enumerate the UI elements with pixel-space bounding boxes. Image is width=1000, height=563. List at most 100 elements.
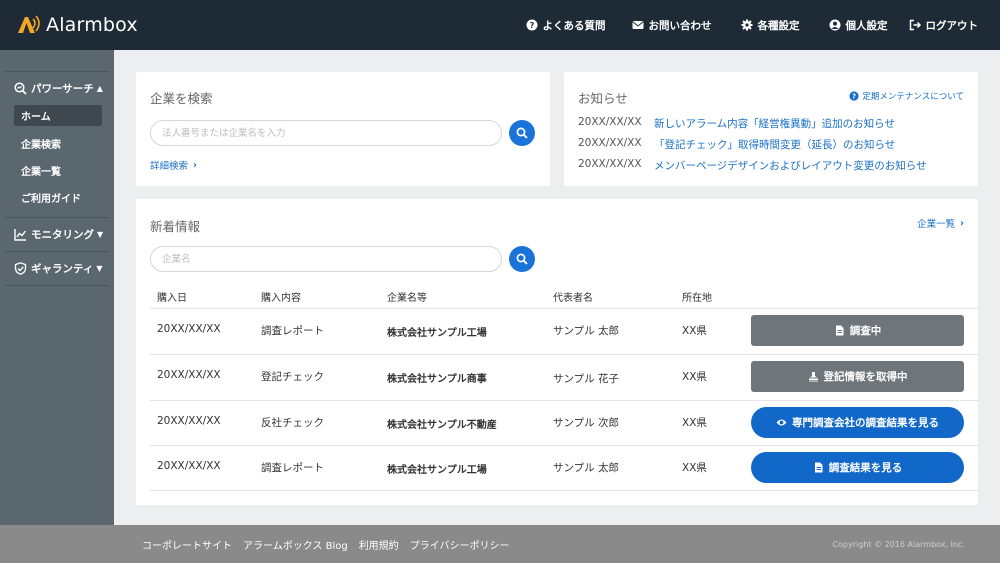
header-nav: ? よくある質問 お問い合わせ 各種設定 個人設定 ログアウト	[526, 0, 1000, 50]
notice-link[interactable]: メンバーページデザインおよびレイアウト変更のお知らせ	[654, 158, 927, 173]
row-content: 調査レポート	[261, 462, 324, 474]
row-representative: サンプル 次郎	[553, 417, 620, 429]
status-button-fetching-registry[interactable]: 登記情報を取得中	[751, 361, 964, 392]
notice-date: 20XX/XX/XX	[578, 116, 642, 128]
chevron-right-icon: ›	[960, 217, 964, 229]
row-company: 株式会社サンプル工場	[387, 328, 487, 339]
sidebar-section-guarantee: ギャランティ ▼	[5, 252, 109, 286]
alarm-bell-logo-icon	[14, 13, 42, 37]
faq-label: よくある質問	[542, 19, 606, 32]
news-title: 新着情報	[150, 219, 201, 234]
column-header-representative: 代表者名	[553, 293, 593, 304]
row-location: XX県	[682, 325, 707, 337]
notice-item: 20XX/XX/XX 「登記チェック」取得時間変更（延長）のお知らせ	[578, 137, 895, 152]
status-button-investigating[interactable]: 調査中	[751, 315, 964, 346]
row-company: 株式会社サンプル不動産	[387, 420, 497, 431]
contact-label: お問い合わせ	[648, 19, 712, 32]
column-header-date: 購入日	[157, 293, 187, 304]
sidebar-item-company-list[interactable]: 企業一覧	[5, 157, 109, 184]
row-date: 20XX/XX/XX	[157, 460, 221, 472]
company-search-card: 企業を検索 詳細検索 ›	[136, 72, 550, 186]
sidebar-label-monitoring: モニタリング	[31, 229, 94, 241]
sidebar-item-label: 企業一覧	[21, 167, 61, 178]
row-representative: サンプル 太郎	[553, 325, 620, 337]
search-icon	[516, 127, 528, 139]
company-search-input[interactable]	[150, 120, 502, 146]
footer-link-blog[interactable]: アラームボックス Blog	[243, 537, 348, 552]
action-button-label: 専門調査会社の調査結果を見る	[792, 417, 939, 429]
footer-link-corporate[interactable]: コーポレートサイト	[142, 537, 232, 552]
sidebar-toggle-power-search[interactable]: パワーサーチ ▲	[5, 72, 109, 105]
view-results-button[interactable]: 調査結果を見る	[751, 452, 964, 483]
notice-link[interactable]: 新しいアラーム内容「経営権異動」追加のお知らせ	[654, 116, 895, 131]
question-circle-icon: ?	[849, 91, 860, 101]
row-company: 株式会社サンプル工場	[387, 465, 487, 476]
maintenance-link[interactable]: ? 定期メンテナンスについて	[849, 90, 964, 102]
notices-card: お知らせ ? 定期メンテナンスについて 20XX/XX/XX 新しいアラーム内容…	[564, 72, 978, 186]
row-date: 20XX/XX/XX	[157, 369, 221, 381]
sidebar-label-guarantee: ギャランティ	[31, 263, 94, 275]
row-date: 20XX/XX/XX	[157, 415, 221, 427]
notice-item: 20XX/XX/XX メンバーページデザインおよびレイアウト変更のお知らせ	[578, 158, 927, 173]
company-name-filter-button[interactable]	[509, 246, 535, 272]
row-content: 反社チェック	[261, 417, 324, 429]
footer-link-terms[interactable]: 利用規約	[359, 537, 399, 552]
sidebar: パワーサーチ ▲ ホーム 企業検索 企業一覧 ご利用ガイド モニタリング ▼ ギ…	[0, 50, 114, 525]
sidebar-item-guide[interactable]: ご利用ガイド	[5, 184, 109, 211]
copyright: Copyright © 2016 Alarmbox, Inc.	[832, 539, 965, 549]
column-header-company: 企業名等	[387, 293, 427, 304]
row-content: 登記チェック	[261, 371, 324, 383]
status-button-label: 登記情報を取得中	[823, 371, 908, 383]
footer-links: コーポレートサイト アラームボックス Blog 利用規約 プライバシーポリシー	[142, 525, 521, 563]
chevron-down-icon: ▼	[96, 264, 103, 273]
sidebar-item-company-search[interactable]: 企業検索	[5, 130, 109, 157]
sidebar-item-home[interactable]: ホーム	[14, 105, 102, 126]
news-card: 新着情報 企業一覧 › 購入日 購入内容 企業名等 代表者名 所在地 20XX/…	[136, 199, 978, 505]
chevron-right-icon: ›	[193, 159, 197, 171]
view-specialist-results-button[interactable]: 専門調査会社の調査結果を見る	[751, 407, 964, 438]
company-name-filter-input[interactable]	[150, 246, 502, 272]
company-list-link[interactable]: 企業一覧 ›	[917, 216, 964, 231]
status-button-label: 調査中	[849, 325, 882, 337]
contact-link[interactable]: お問い合わせ	[631, 18, 712, 33]
faq-link[interactable]: ? よくある質問	[526, 18, 606, 33]
sidebar-section-monitoring: モニタリング ▼	[5, 218, 109, 252]
notices-title: お知らせ	[578, 91, 628, 106]
logout-icon	[909, 19, 921, 31]
notice-link[interactable]: 「登記チェック」取得時間変更（延長）のお知らせ	[654, 137, 895, 152]
table-divider	[150, 354, 978, 355]
settings-link[interactable]: 各種設定	[741, 18, 800, 33]
company-search-title: 企業を検索	[150, 91, 213, 106]
advanced-search-link[interactable]: 詳細検索 ›	[150, 158, 197, 173]
personal-settings-label: 個人設定	[845, 19, 888, 32]
notice-date: 20XX/XX/XX	[578, 137, 642, 149]
sidebar-item-label: ご利用ガイド	[21, 194, 81, 205]
logo[interactable]: Alarmbox	[14, 13, 138, 37]
row-location: XX県	[682, 371, 707, 383]
company-search-button[interactable]	[509, 120, 535, 146]
gear-icon	[741, 19, 753, 31]
svg-text:?: ?	[852, 93, 856, 101]
table-divider	[150, 400, 978, 401]
sidebar-toggle-guarantee[interactable]: ギャランティ ▼	[5, 252, 109, 285]
user-circle-icon	[829, 19, 841, 31]
footer-link-privacy[interactable]: プライバシーポリシー	[410, 537, 510, 552]
logo-text: Alarmbox	[46, 14, 138, 36]
table-divider	[150, 308, 978, 309]
eye-icon	[776, 419, 787, 426]
row-representative: サンプル 花子	[553, 373, 620, 385]
maintenance-link-label: 定期メンテナンスについて	[862, 92, 964, 102]
search-chart-icon	[14, 82, 27, 95]
sidebar-toggle-monitoring[interactable]: モニタリング ▼	[5, 218, 109, 251]
top-header: Alarmbox ? よくある質問 お問い合わせ 各種設定 個人設定 ログアウト	[0, 0, 1000, 50]
footer: コーポレートサイト アラームボックス Blog 利用規約 プライバシーポリシー …	[0, 525, 1000, 563]
logout-label: ログアウト	[925, 19, 979, 32]
logout-link[interactable]: ログアウト	[909, 18, 979, 33]
settings-label: 各種設定	[757, 19, 800, 32]
column-header-content: 購入内容	[261, 293, 301, 304]
company-list-link-label: 企業一覧	[917, 219, 956, 230]
line-chart-icon	[14, 229, 27, 241]
personal-settings-link[interactable]: 個人設定	[829, 18, 888, 33]
notice-item: 20XX/XX/XX 新しいアラーム内容「経営権異動」追加のお知らせ	[578, 116, 895, 131]
chevron-up-icon: ▲	[96, 84, 103, 93]
